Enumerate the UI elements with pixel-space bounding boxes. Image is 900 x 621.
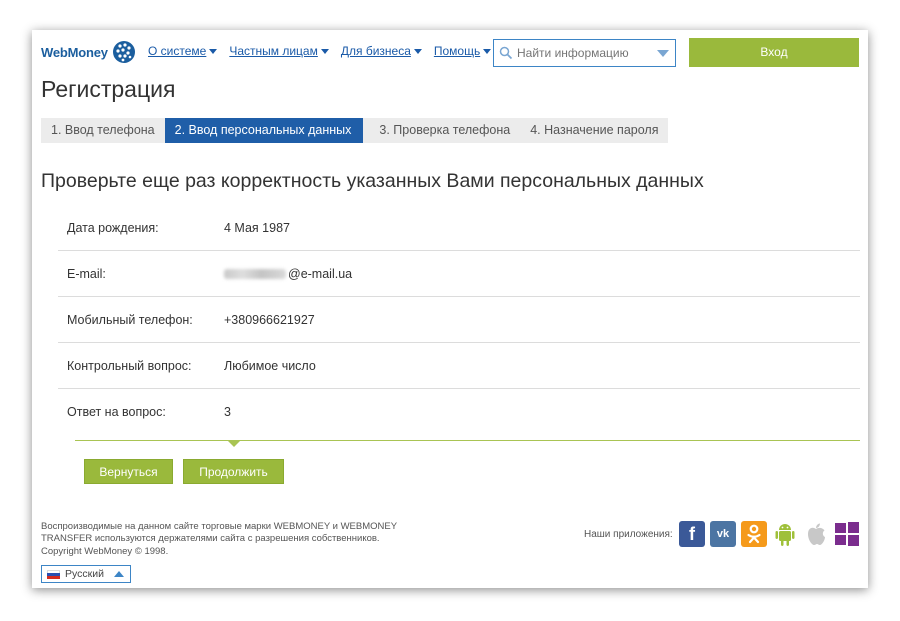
odnoklassniki-icon[interactable] [741, 521, 767, 547]
chevron-down-icon [483, 48, 492, 54]
masked-email-prefix [224, 269, 286, 280]
field-value: 4 Мая 1987 [224, 220, 290, 235]
apps-label: Наши приложения: [584, 529, 673, 540]
table-row-phone: Мобильный телефон: +380966621927 [58, 297, 860, 343]
android-icon[interactable] [772, 521, 798, 547]
confirm-subtitle: Проверьте еще раз корректность указанных… [41, 170, 704, 192]
field-label: Дата рождения: [67, 220, 159, 235]
step-1: 1. Ввод телефона [41, 118, 165, 143]
field-label: Мобильный телефон: [67, 312, 193, 327]
vk-icon[interactable]: vk [710, 521, 736, 547]
field-value: Любимое число [224, 358, 316, 373]
search-box[interactable] [493, 39, 676, 67]
apple-icon[interactable] [803, 521, 829, 547]
nav-personal[interactable]: Частным лицам [229, 44, 329, 58]
apps-list: f vk [679, 521, 865, 547]
field-label: Контрольный вопрос: [67, 358, 192, 373]
personal-data-table: Дата рождения: 4 Мая 1987 E-mail: @e-mai… [58, 205, 860, 435]
nav-business-label: Для бизнеса [340, 44, 411, 58]
chevron-down-icon [209, 48, 218, 54]
email-domain: @e-mail.ua [288, 266, 353, 281]
nav-business[interactable]: Для бизнеса [341, 44, 422, 58]
nav-help-label: Помощь [433, 44, 481, 58]
table-row-answer: Ответ на вопрос: 3 [58, 389, 860, 435]
nav-about-label: О системе [148, 44, 207, 58]
webmoney-logo[interactable]: WebMoney [41, 40, 136, 64]
step-4: 4. Назначение пароля [520, 118, 669, 143]
windows-icon[interactable] [834, 521, 860, 547]
logo-text: WebMoney [41, 44, 108, 60]
registration-steps: 1. Ввод телефона 2. Ввод персональных да… [41, 118, 669, 143]
login-button[interactable]: Вход [689, 38, 859, 67]
site-header: WebMoney О системе Частным лицам Для биз… [32, 30, 868, 74]
language-selector[interactable]: Русский [41, 565, 131, 583]
divider-notch [228, 441, 240, 447]
main-nav: О системе Частным лицам Для бизнеса Помо… [148, 44, 503, 58]
step-2-active: 2. Ввод персональных данных [164, 118, 372, 143]
search-icon [499, 46, 513, 60]
table-row-birthdate: Дата рождения: 4 Мая 1987 [58, 205, 860, 251]
nav-personal-label: Частным лицам [229, 44, 318, 58]
chevron-up-icon [114, 571, 124, 577]
trademark-notice: Воспроизводимые на данном сайте торговые… [41, 521, 397, 544]
globe-logo-icon [112, 41, 135, 63]
table-row-question: Контрольный вопрос: Любимое число [58, 343, 860, 389]
chevron-down-icon [413, 48, 422, 54]
copyright-text: Copyright WebMoney © 1998. [41, 546, 169, 557]
language-label: Русский [65, 568, 104, 580]
back-button[interactable]: Вернуться [84, 459, 173, 484]
search-input[interactable] [517, 46, 657, 60]
chevron-down-icon [320, 48, 329, 54]
field-value: 3 [224, 405, 231, 419]
table-row-email: E-mail: @e-mail.ua [58, 251, 860, 297]
step-3: 3. Проверка телефона [363, 118, 521, 143]
russian-flag-icon [47, 569, 60, 579]
green-divider [75, 440, 860, 441]
field-label: Ответ на вопрос: [67, 405, 166, 419]
search-dropdown-icon[interactable] [657, 50, 669, 57]
page-title: Регистрация [41, 76, 176, 102]
facebook-icon[interactable]: f [679, 521, 705, 547]
field-label: E-mail: [67, 266, 106, 281]
field-value-email: @e-mail.ua [224, 267, 860, 281]
nav-about[interactable]: О системе [148, 44, 218, 58]
field-value: +380966621927 [224, 312, 315, 327]
nav-help[interactable]: Помощь [433, 44, 492, 58]
browser-window: WebMoney О системе Частным лицам Для биз… [32, 30, 868, 588]
continue-button[interactable]: Продолжить [183, 459, 284, 484]
